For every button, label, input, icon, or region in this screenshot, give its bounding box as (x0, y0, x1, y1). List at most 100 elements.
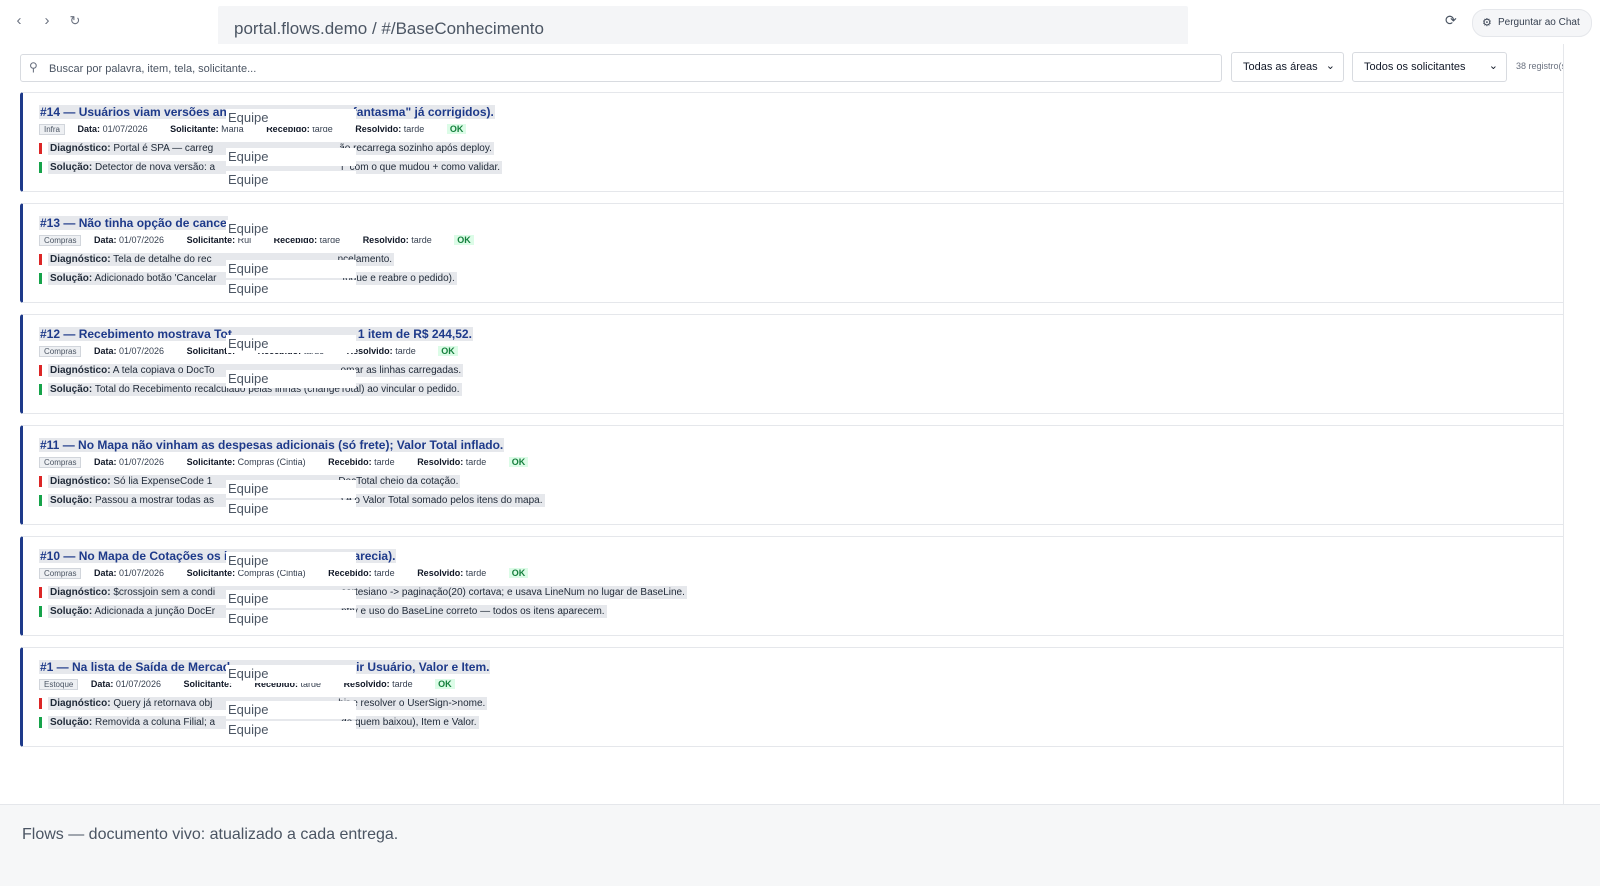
browser-toolbar: ‹ › ↻ portal.flows.demo / #/BaseConhecim… (0, 0, 1600, 56)
footer-text: Flows — documento vivo: atualizado a cad… (22, 826, 399, 843)
solution-text: Removida a coluna Filial; a (95, 717, 216, 728)
team-overlay-label[interactable]: Equipe (226, 480, 356, 498)
diagnostic-label: Diagnóstico: (50, 587, 111, 598)
date-label: Data: (93, 568, 117, 578)
solution-label: Solução: (50, 273, 93, 284)
area-select[interactable]: Todas as áreas ⌄ (1231, 52, 1344, 82)
chat-icon: ⚙ (1482, 17, 1492, 29)
solution-text-end: ntry e uso do BaseLine correto — todos o… (341, 606, 605, 617)
date-value: 01/07/2026 (119, 346, 165, 356)
ask-chat-label: Perguntar ao Chat (1498, 17, 1580, 28)
status-badge: OK (508, 568, 529, 578)
team-overlay-label[interactable]: Equipe (226, 148, 356, 166)
divider (1563, 44, 1564, 804)
team-overlay-label[interactable]: Equipe (226, 260, 356, 278)
received-value: tarde (374, 457, 395, 467)
card-title: #11 — No Mapa não vinham as despesas adi… (39, 438, 505, 452)
diagnostic-text-end: bir e resolver o UserSign->nome. (338, 698, 486, 709)
team-overlay-label[interactable]: Equipe (226, 610, 356, 628)
card-title-start: #10 — No Mapa de Cotações os i (40, 549, 228, 563)
date-label: Data: (93, 457, 117, 467)
team-overlay-label[interactable]: Equipe (226, 721, 356, 739)
resolved-label: Resolvido: (362, 235, 409, 245)
area-tag: Estoque (39, 679, 79, 690)
resolved-value: tarde (395, 346, 416, 356)
status-badge: OK (435, 679, 455, 689)
team-overlay-label[interactable]: Equipe (226, 220, 356, 238)
status-badge: OK (446, 124, 467, 134)
requester-label: Solicitante: (183, 679, 232, 689)
card-title: #13 — Não tinha opção de cance (39, 216, 228, 230)
date-label: Data: (93, 346, 117, 356)
solution-text: Adicionado botão 'Cancelar (94, 273, 217, 284)
diagnostic-text-end: omar as linhas carregadas. (340, 365, 462, 376)
status-badge: OK (438, 346, 458, 356)
area-tag: Compras (39, 568, 82, 579)
requester-select[interactable]: Todos os solicitantes ⌄ (1352, 52, 1507, 82)
resolved-value: tarde (465, 568, 487, 578)
footer: Flows — documento vivo: atualizado a cad… (0, 804, 1600, 886)
date-value: 01/07/2026 (119, 568, 165, 578)
card-title-start: #1 — Na lista de Saída de Mercad (40, 660, 231, 674)
url-text: portal.flows.demo / #/BaseConhecimento (234, 19, 544, 38)
team-overlay-label[interactable]: Equipe (226, 665, 356, 683)
diagnostic-label: Diagnóstico: (50, 365, 111, 376)
solution-text-end: de quem baixou), Item e Valor. (341, 717, 477, 728)
team-overlay-label[interactable]: Equipe (226, 280, 356, 298)
team-overlay-label[interactable]: Equipe (226, 552, 356, 570)
diagnostic-label: Diagnóstico: (50, 143, 111, 154)
solution-label: Solução: (50, 606, 93, 617)
card-title-end: arecia). (353, 549, 396, 563)
date-value: 01/07/2026 (119, 457, 165, 467)
solution-text-end: toque e reabre o pedido). (342, 273, 455, 284)
team-overlay-label[interactable]: Equipe (226, 109, 356, 127)
team-overlay-label[interactable]: Equipe (226, 335, 356, 353)
solution-text: Passou a mostrar todas as (95, 495, 214, 506)
date-value: 01/07/2026 (115, 679, 161, 689)
record-count: 38 registro(s) (1516, 61, 1570, 71)
diagnostic-label: Diagnóstico: (50, 476, 111, 487)
chevron-down-icon: ⌄ (1488, 60, 1498, 72)
requester-label: Solicitante: (170, 124, 219, 134)
resolved-label: Resolvido: (355, 124, 402, 134)
diagnostic-text-end: ão recarrega sozinho após deploy. (339, 143, 492, 154)
refresh-icon[interactable]: ⟳ (1445, 12, 1457, 29)
resolved-value: tarde (392, 679, 413, 689)
diagnostic-text-end: cartesiano -> paginação(20) cortava; e u… (341, 587, 685, 598)
requester-select-value: Todos os solicitantes (1364, 61, 1466, 73)
filter-bar: ⚲ Todas as áreas ⌄ Todos os solicitantes… (0, 44, 1600, 92)
resolved-value: tarde (411, 235, 432, 245)
requester-label: Solicitante: (186, 457, 236, 467)
search-box[interactable]: ⚲ (20, 54, 1222, 82)
status-badge: OK (508, 457, 529, 467)
knowledge-card[interactable]: #12 — Recebimento mostrava Tot 1 item de … (20, 314, 1573, 414)
solution-label: Solução: (50, 495, 93, 506)
diagnostic-text: Tela de detalhe do rec (113, 254, 212, 265)
requester-value: Compras (Cintia) (237, 457, 306, 467)
solution-text: Detector de nova versão: a (95, 162, 216, 173)
card-title-start: #14 — Usuários viam versões an (40, 105, 227, 119)
back-icon[interactable]: ‹ (8, 10, 30, 32)
area-tag: Compras (39, 235, 82, 246)
team-overlay-label[interactable]: Equipe (226, 500, 356, 518)
forward-icon[interactable]: › (36, 10, 58, 32)
date-label: Data: (93, 235, 117, 245)
team-overlay-label[interactable]: Equipe (226, 590, 356, 608)
ask-chat-button[interactable]: ⚙ Perguntar ao Chat (1472, 9, 1592, 37)
date-label: Data: (77, 124, 101, 134)
date-value: 01/07/2026 (119, 235, 165, 245)
diagnostic-text: Só lia ExpenseCode 1 (113, 476, 213, 487)
solution-text-end: l" com o que mudou + como validar. (341, 162, 501, 173)
team-overlay-label[interactable]: Equipe (226, 370, 356, 388)
card-title-start: #11 — No Mapa não vinham as despesas adi… (40, 438, 504, 452)
diagnostic-line: Diagnóstico: $crossjoin sem a condi carte… (39, 586, 687, 599)
status-badge: OK (454, 235, 474, 245)
team-overlay-label[interactable]: Equipe (226, 171, 356, 189)
area-tag: Infra (39, 124, 66, 135)
card-title-start: #13 — Não tinha opção de cance (40, 216, 227, 230)
date-label: Data: (90, 679, 114, 689)
search-input[interactable] (47, 58, 1211, 79)
reload-icon[interactable]: ↻ (64, 10, 86, 32)
diagnostic-text: Portal é SPA — carreg (113, 143, 214, 154)
team-overlay-label[interactable]: Equipe (226, 701, 356, 719)
